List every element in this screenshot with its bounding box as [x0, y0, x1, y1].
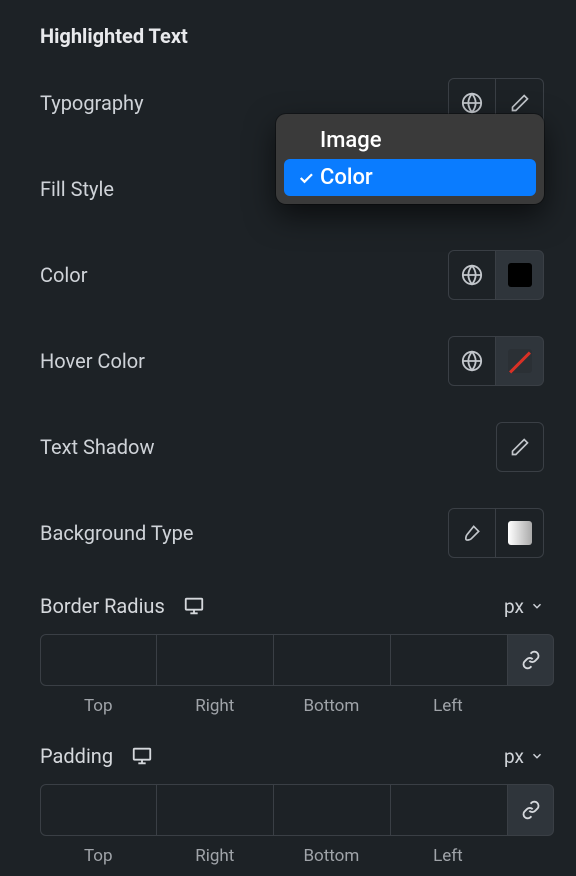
padding-right-input[interactable] [157, 784, 274, 836]
label-color: Color [40, 263, 87, 287]
padding-inputs [40, 784, 554, 836]
background-classic-button[interactable] [448, 508, 496, 558]
border-radius-inputs [40, 634, 554, 686]
label-bottom: Bottom [273, 846, 390, 866]
option-label-color: Color [320, 165, 373, 190]
hover-color-swatch-button[interactable] [496, 336, 544, 386]
row-color: Color [40, 250, 544, 300]
section-title: Highlighted Text [40, 24, 544, 48]
gradient-icon [508, 521, 532, 545]
globe-icon [461, 350, 483, 372]
border-radius-right-input[interactable] [157, 634, 274, 686]
label-text-shadow: Text Shadow [40, 435, 154, 459]
label-top: Top [40, 696, 157, 716]
desktop-icon [183, 595, 205, 617]
style-panel: Highlighted Text Typography Fill Style C… [0, 0, 576, 876]
chevron-down-icon [530, 749, 544, 763]
chevron-down-icon [530, 599, 544, 613]
label-padding: Padding [40, 744, 113, 768]
label-bottom: Bottom [273, 696, 390, 716]
no-color-icon [508, 349, 532, 373]
border-radius-top-input[interactable] [40, 634, 157, 686]
responsive-button[interactable] [131, 745, 153, 767]
text-shadow-controls [496, 422, 544, 472]
hover-color-controls [448, 336, 544, 386]
fill-style-dropdown: Image Color [276, 114, 544, 204]
padding-left-input[interactable] [391, 784, 508, 836]
spacer [506, 846, 554, 866]
unit-select-padding[interactable]: px [504, 745, 544, 768]
row-hover-color: Hover Color [40, 336, 544, 386]
color-controls [448, 250, 544, 300]
border-radius-bottom-input[interactable] [274, 634, 391, 686]
unit-label: px [504, 745, 524, 768]
label-right: Right [157, 696, 274, 716]
fill-style-option-image[interactable]: Image [284, 122, 536, 159]
label-right: Right [157, 846, 274, 866]
label-typography: Typography [40, 91, 144, 115]
label-border-radius: Border Radius [40, 594, 165, 618]
background-type-controls [448, 508, 544, 558]
link-values-button-padding[interactable] [508, 784, 554, 836]
label-top: Top [40, 846, 157, 866]
border-radius-block: Border Radius px [40, 594, 544, 716]
label-background-type: Background Type [40, 521, 193, 545]
border-radius-left-input[interactable] [391, 634, 508, 686]
color-swatch-icon [508, 263, 532, 287]
link-icon [521, 650, 541, 670]
padding-label-group: Padding [40, 744, 153, 768]
globe-button-color[interactable] [448, 250, 496, 300]
desktop-icon [131, 745, 153, 767]
padding-side-labels: Top Right Bottom Left [40, 846, 554, 866]
spacer [506, 696, 554, 716]
label-left: Left [390, 696, 507, 716]
border-radius-label-group: Border Radius [40, 594, 205, 618]
link-values-button-border-radius[interactable] [508, 634, 554, 686]
row-background-type: Background Type [40, 508, 544, 558]
row-text-shadow: Text Shadow [40, 422, 544, 472]
fill-style-option-color[interactable]: Color [284, 159, 536, 196]
background-gradient-button[interactable] [496, 508, 544, 558]
padding-top-input[interactable] [40, 784, 157, 836]
border-radius-side-labels: Top Right Bottom Left [40, 696, 554, 716]
globe-button-hover-color[interactable] [448, 336, 496, 386]
link-icon [521, 800, 541, 820]
globe-icon [461, 264, 483, 286]
padding-bottom-input[interactable] [274, 784, 391, 836]
padding-block: Padding px Top [40, 744, 544, 866]
pencil-icon [510, 437, 530, 457]
option-label-image: Image [320, 128, 382, 153]
unit-select-border-radius[interactable]: px [504, 595, 544, 618]
label-fill-style: Fill Style [40, 177, 114, 201]
border-radius-header: Border Radius px [40, 594, 544, 618]
padding-header: Padding px [40, 744, 544, 768]
label-hover-color: Hover Color [40, 349, 145, 373]
pencil-icon [510, 93, 530, 113]
check-icon [294, 169, 318, 187]
globe-icon [461, 92, 483, 114]
unit-label: px [504, 595, 524, 618]
edit-button-text-shadow[interactable] [496, 422, 544, 472]
color-swatch-button[interactable] [496, 250, 544, 300]
brush-icon [462, 523, 482, 543]
label-left: Left [390, 846, 507, 866]
responsive-button[interactable] [183, 595, 205, 617]
